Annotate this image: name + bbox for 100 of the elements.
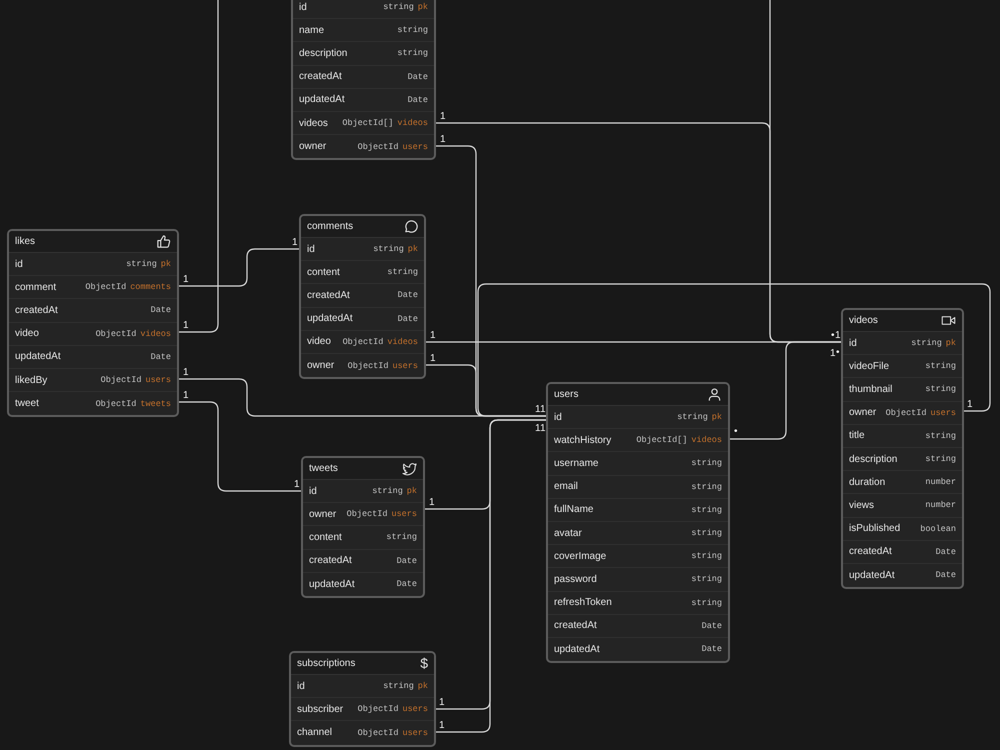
field-name: id — [297, 680, 306, 692]
field-name: duration — [849, 476, 886, 488]
table-card[interactable]: likes id string pk comment ObjectId comments createdAt Date video ObjectId videos updatedAt Date likedBy ObjectId users tweet ObjectId tweets — [7, 229, 179, 418]
cardinality-label: • — [836, 347, 840, 358]
field-name: isPublished — [849, 523, 902, 534]
field-name: refreshToken — [554, 597, 613, 608]
field-key: users — [930, 408, 956, 418]
field-type: Date — [150, 305, 171, 316]
speech-bubble-icon — [403, 219, 418, 234]
table-card[interactable]: id string pk name string description string createdAt Date updatedAt Date videos ObjectId[] videos owner ObjectId users — [291, 0, 436, 160]
field-type: ObjectId[] — [636, 435, 688, 446]
field-key: comments — [130, 282, 171, 292]
field-key: videos — [397, 118, 428, 128]
field-name: likedBy — [15, 374, 48, 386]
field-key: videos — [691, 435, 722, 446]
field-type: Date — [408, 94, 428, 105]
field-name: views — [849, 500, 876, 511]
field-type: ObjectId — [346, 509, 388, 520]
table-card[interactable]: users id string pk watchHistory ObjectId[] videos username string email string fullName string avatar string coverImage string password string refreshToken string createdAt Date updatedAt Date — [546, 382, 730, 664]
field-key: users — [402, 704, 428, 714]
field-name: createdAt — [849, 546, 893, 558]
field-name: owner — [307, 360, 336, 372]
cardinality-label: 1 — [183, 390, 189, 401]
field-name: content — [307, 266, 341, 278]
cardinality-label: • — [831, 330, 835, 341]
field-type: string — [691, 598, 722, 608]
field-name: content — [309, 532, 343, 543]
field-name: description — [299, 48, 348, 59]
field-key: tweets — [140, 398, 171, 409]
field-type: ObjectId — [100, 375, 142, 386]
field-type: Date — [398, 290, 418, 300]
field-type: string — [925, 454, 956, 464]
field-name: email — [554, 481, 579, 492]
field-name: video — [15, 328, 40, 340]
cardinality-label: 1 — [835, 330, 841, 341]
bird-icon — [402, 461, 417, 476]
field-name: owner — [849, 407, 878, 418]
field-type: ObjectId[] — [342, 118, 394, 128]
field-type: number — [925, 500, 956, 510]
field-name: id — [554, 412, 563, 423]
field-type: string — [397, 25, 428, 36]
field-type: string — [387, 267, 418, 278]
table-card[interactable]: tweets id string pk owner ObjectId users content string createdAt Date updatedAt Date — [301, 456, 425, 598]
table-card[interactable]: videos id string pk videoFile string thumbnail string owner ObjectId users title string description string duration number views number isPublished boolean createdAt Date updatedAt Date — [841, 308, 964, 590]
field-key: videos — [387, 336, 418, 347]
field-key: pk — [408, 244, 418, 254]
field-name: fullName — [554, 504, 594, 516]
field-type: string — [691, 574, 722, 584]
field-name: createdAt — [299, 71, 343, 82]
cardinality-label: 1 — [430, 330, 436, 341]
field-name: createdAt — [554, 620, 598, 632]
field-name: id — [849, 338, 858, 349]
cardinality-label: 1 — [439, 720, 445, 731]
field-key: pk — [406, 486, 417, 496]
field-type: string — [372, 486, 403, 496]
field-key: users — [392, 360, 418, 371]
field-type: ObjectId — [358, 704, 398, 714]
field-name: avatar — [554, 528, 583, 539]
field-type: Date — [702, 620, 722, 631]
field-key: users — [391, 509, 417, 520]
field-name: id — [307, 244, 316, 255]
field-type: ObjectId — [342, 336, 384, 347]
field-type: string — [925, 430, 956, 441]
field-name: tweet — [15, 398, 40, 410]
cardinality-label: 1 — [294, 479, 300, 490]
table-title: users — [554, 389, 578, 400]
table-title: likes — [15, 236, 36, 247]
field-type: Date — [702, 644, 722, 654]
field-type: string — [691, 551, 722, 562]
field-name: password — [554, 574, 598, 585]
cardinality-label: 1 — [183, 320, 189, 331]
field-type: Date — [150, 352, 171, 362]
field-name: createdAt — [309, 555, 353, 566]
field-name: createdAt — [307, 290, 351, 301]
field-type: ObjectId — [348, 360, 388, 371]
field-name: updatedAt — [307, 313, 354, 324]
field-type: ObjectId — [96, 398, 136, 409]
field-name: id — [15, 258, 24, 270]
field-name: comment — [15, 282, 58, 293]
field-key: pk — [418, 2, 428, 12]
table-card[interactable]: subscriptions $ id string pk subscriber ObjectId users channel ObjectId users — [289, 651, 436, 747]
field-name: subscriber — [297, 704, 344, 715]
field-name: updatedAt — [15, 351, 62, 362]
field-name: id — [309, 486, 318, 497]
table-card[interactable]: comments id string pk content string createdAt Date updatedAt Date video ObjectId videos owner ObjectId users — [299, 214, 426, 380]
cardinality-label: 1 — [967, 399, 973, 410]
cardinality-label: 1 — [429, 497, 435, 508]
field-type: string — [386, 532, 417, 542]
field-type: Date — [936, 570, 956, 580]
field-name: description — [849, 454, 898, 465]
cardinality-label: • — [734, 426, 738, 437]
field-key: users — [402, 728, 428, 738]
field-key: pk — [160, 259, 171, 270]
field-type: Date — [408, 72, 428, 82]
field-key: pk — [712, 412, 722, 422]
cardinality-label: 1 — [183, 274, 189, 285]
field-name: createdAt — [15, 304, 59, 316]
field-name: username — [554, 458, 600, 469]
field-type: ObjectId — [886, 408, 926, 418]
field-name: coverImage — [554, 550, 608, 562]
